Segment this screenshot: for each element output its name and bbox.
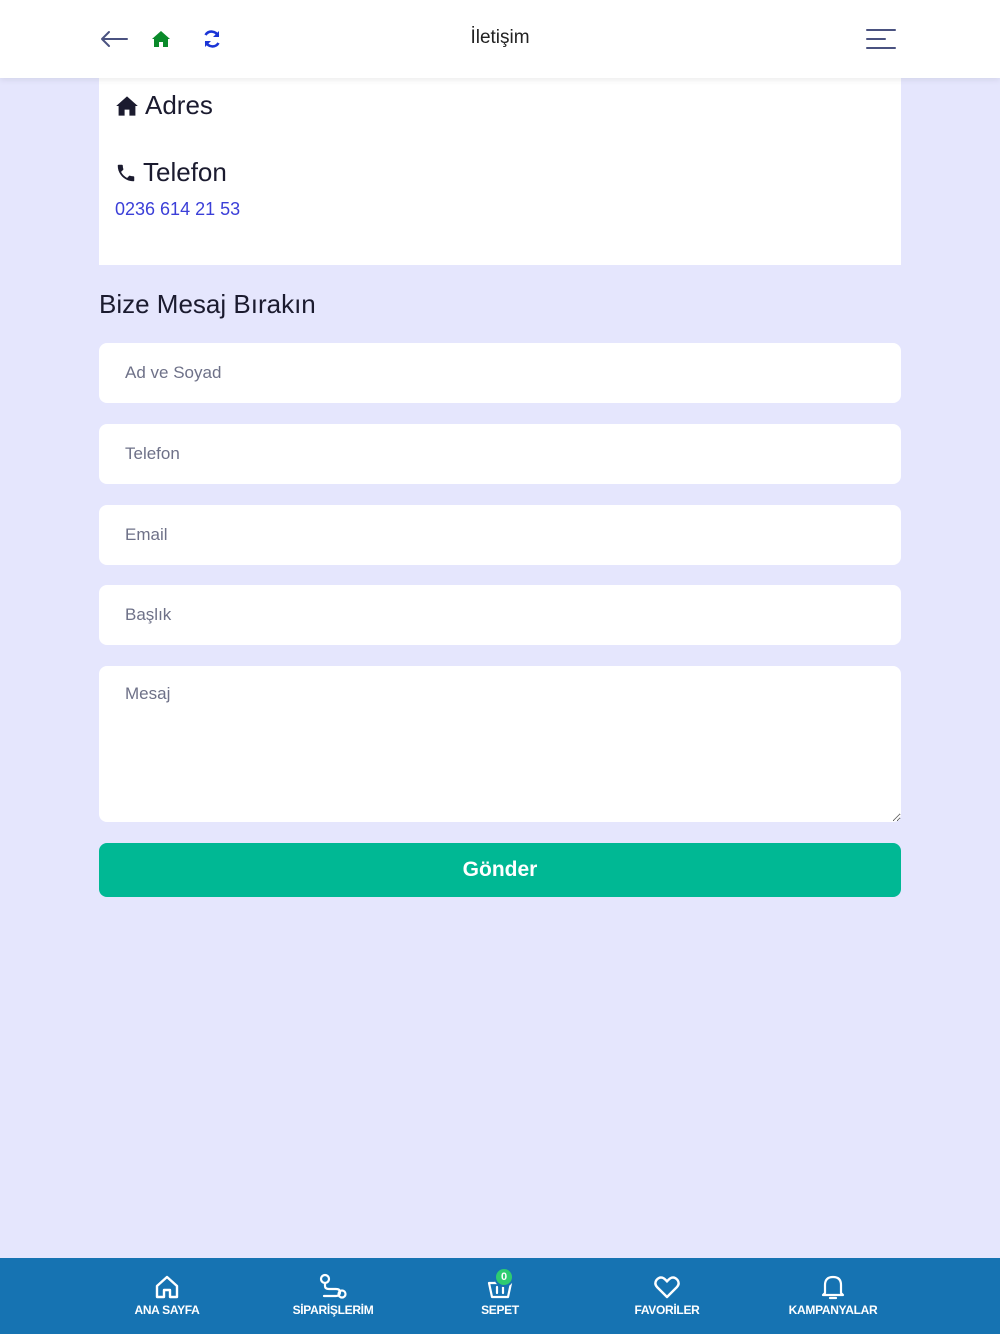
home-outline-icon bbox=[155, 1275, 179, 1299]
top-header: İletişim bbox=[0, 0, 1000, 78]
bell-icon bbox=[821, 1275, 845, 1300]
menu-icon bbox=[866, 29, 896, 49]
bottom-navigation: ANA SAYFA SİPARİŞLERİM 0 SEPET FAVORİLER… bbox=[0, 1258, 1000, 1334]
menu-button[interactable] bbox=[864, 22, 898, 56]
nav-favorites-label: FAVORİLER bbox=[634, 1303, 700, 1317]
message-field[interactable] bbox=[99, 666, 901, 822]
name-field[interactable] bbox=[99, 343, 901, 403]
nav-orders[interactable]: SİPARİŞLERİM bbox=[263, 1258, 403, 1334]
home-icon bbox=[116, 95, 138, 116]
phone-field[interactable] bbox=[99, 424, 901, 484]
page-title: İletişim bbox=[470, 27, 530, 48]
route-icon bbox=[319, 1273, 347, 1299]
phone-icon bbox=[117, 164, 135, 181]
nav-campaigns[interactable]: KAMPANYALAR bbox=[763, 1258, 903, 1334]
contact-info-card: Adres Telefon 0236 614 21 53 bbox=[99, 78, 901, 265]
email-field[interactable] bbox=[99, 505, 901, 565]
nav-home[interactable]: ANA SAYFA bbox=[97, 1258, 237, 1334]
nav-cart[interactable]: 0 SEPET bbox=[430, 1258, 570, 1334]
form-title: Bize Mesaj Bırakın bbox=[99, 289, 316, 319]
nav-cart-label: SEPET bbox=[481, 1303, 519, 1317]
phone-heading: Telefon bbox=[143, 157, 227, 187]
phone-row: Telefon bbox=[115, 157, 227, 188]
heart-icon bbox=[654, 1276, 680, 1299]
nav-campaigns-label: KAMPANYALAR bbox=[788, 1303, 878, 1317]
address-heading: Adres bbox=[145, 90, 213, 120]
address-row: Adres bbox=[115, 90, 213, 121]
cart-count-badge: 0 bbox=[494, 1267, 514, 1287]
nav-favorites[interactable]: FAVORİLER bbox=[597, 1258, 737, 1334]
subject-field[interactable] bbox=[99, 585, 901, 645]
nav-orders-label: SİPARİŞLERİM bbox=[292, 1303, 374, 1317]
send-button[interactable]: Gönder bbox=[99, 843, 901, 897]
nav-home-label: ANA SAYFA bbox=[134, 1303, 200, 1317]
phone-number-link[interactable]: 0236 614 21 53 bbox=[115, 199, 240, 220]
